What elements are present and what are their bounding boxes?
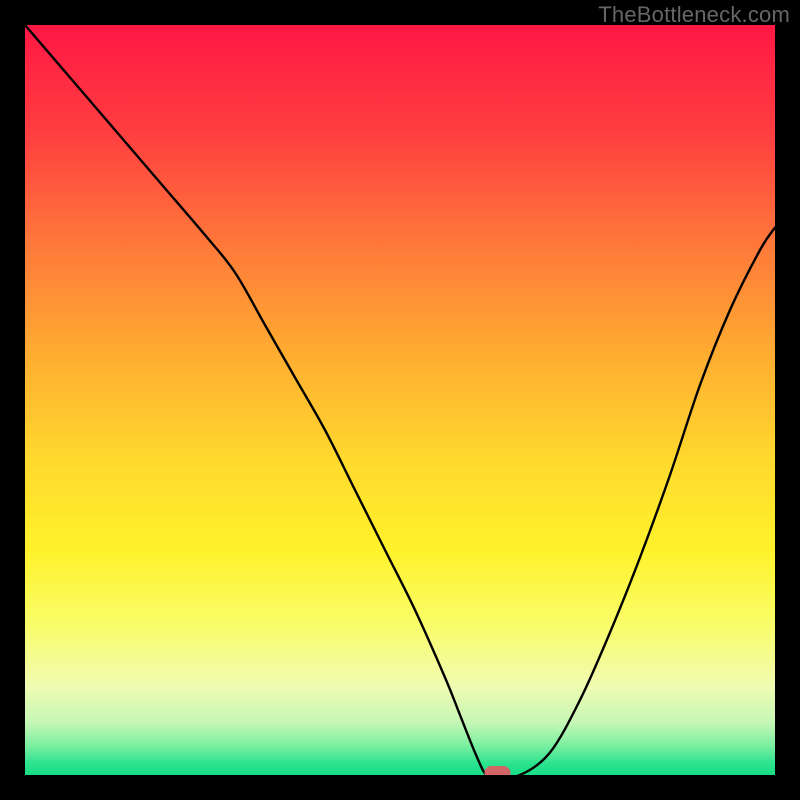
optimum-marker	[485, 766, 511, 775]
chart-frame: TheBottleneck.com	[0, 0, 800, 800]
watermark-text: TheBottleneck.com	[598, 2, 790, 28]
chart-svg	[25, 25, 775, 775]
gradient-background	[25, 25, 775, 775]
bottleneck-chart	[25, 25, 775, 775]
